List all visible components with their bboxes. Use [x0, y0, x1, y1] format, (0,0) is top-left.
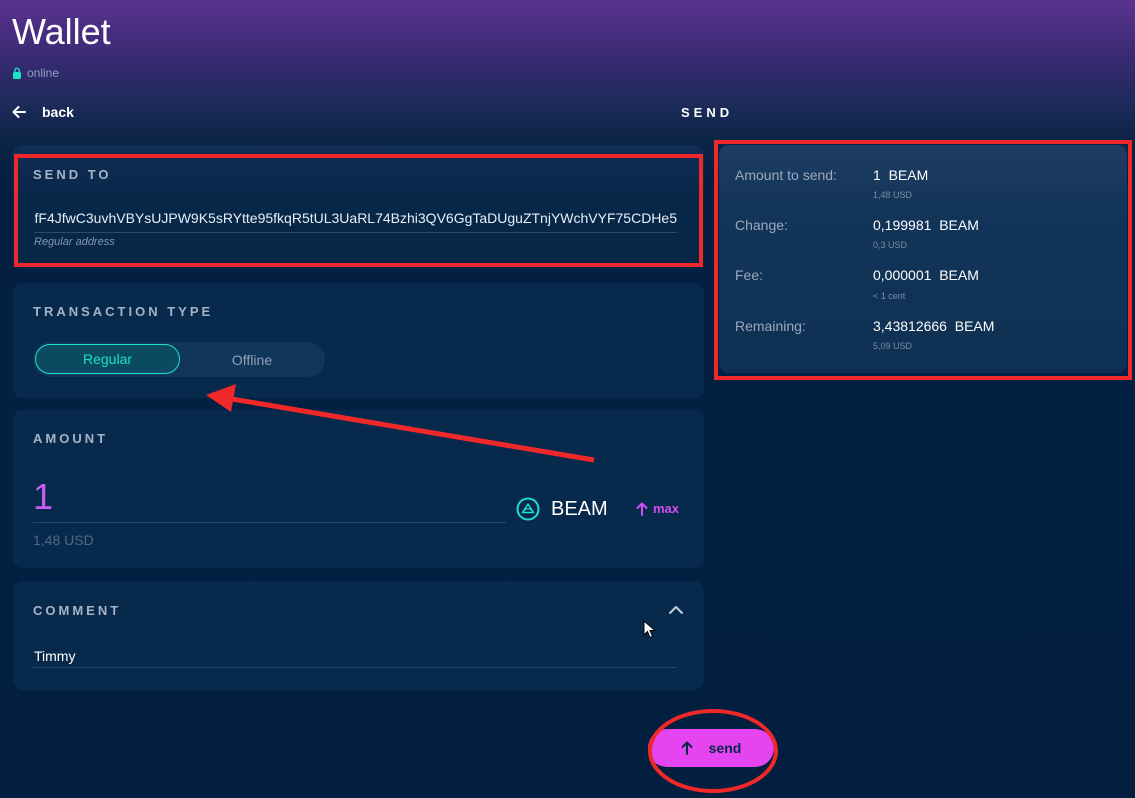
back-label: back [42, 104, 74, 120]
connection-status: online [12, 66, 59, 80]
summary-amount-number: 1 [873, 167, 881, 183]
transaction-type-label: TRANSACTION TYPE [33, 304, 214, 319]
summary-usd-remaining: 5,09 USD [873, 341, 913, 351]
lock-icon [13, 67, 21, 79]
page-title: Wallet [12, 11, 111, 52]
arrow-left-icon [12, 106, 26, 118]
amount-usd: 1,48 USD [33, 532, 94, 548]
summary-value-amount: 1 BEAM [873, 167, 928, 183]
address-value: 3fF4JfwC3uvhVBYsUJPW9K5sRYtte95fkqR5tUL3… [34, 210, 677, 226]
send-heading: SEND [681, 105, 734, 120]
send-to-label: SEND TO [33, 167, 112, 182]
arrow-up-icon [681, 741, 693, 755]
amount-underline [33, 522, 506, 523]
max-button[interactable]: max [636, 501, 679, 516]
comment-label: COMMENT [33, 603, 122, 618]
currency-label: BEAM [551, 498, 608, 520]
comment-input[interactable]: Timmy [34, 648, 75, 664]
comment-card [13, 581, 704, 690]
summary-label-amount: Amount to send: [735, 167, 837, 183]
amount-input[interactable]: 1 [33, 476, 53, 518]
summary-label-change: Change: [735, 217, 788, 233]
summary-fee-number: 0,000001 [873, 267, 932, 283]
send-label: send [708, 740, 742, 756]
transaction-type-card [13, 283, 704, 398]
transaction-type-switch: Regular Offline [33, 342, 325, 377]
summary-value-fee: 0,000001 BEAM [873, 267, 979, 283]
max-label: max [653, 501, 680, 516]
comment-underline [33, 667, 676, 668]
summary-value-remaining: 3,43812666 BEAM [873, 318, 994, 334]
summary-fee-unit: BEAM [939, 267, 979, 283]
mouse-cursor-icon [643, 620, 657, 639]
offline-option[interactable]: Offline [181, 344, 323, 375]
beam-logo-icon [516, 497, 540, 521]
address-type-label: Regular address [34, 236, 115, 248]
address-input[interactable]: 3fF4JfwC3uvhVBYsUJPW9K5sRYtte95fkqR5tUL3… [34, 206, 677, 233]
summary-usd-amount: 1,48 USD [873, 190, 913, 200]
summary-remaining-unit: BEAM [954, 318, 995, 334]
summary-usd-change: 0,3 USD [873, 240, 908, 250]
status-text: online [27, 66, 60, 80]
summary-change-number: 0,199981 [873, 217, 932, 233]
arrow-up-icon [636, 502, 648, 516]
summary-value-change: 0,199981 BEAM [873, 217, 979, 233]
regular-option[interactable]: Regular [35, 344, 180, 374]
chevron-up-icon[interactable] [668, 604, 684, 616]
amount-card [13, 410, 704, 568]
summary-usd-fee: < 1 cent [873, 291, 906, 301]
back-button[interactable]: back [12, 104, 74, 120]
summary-remaining-number: 3,43812666 [873, 318, 947, 334]
amount-label: AMOUNT [33, 431, 109, 446]
summary-label-fee: Fee: [735, 267, 764, 283]
summary-label-remaining: Remaining: [735, 318, 806, 334]
send-button[interactable]: send [648, 729, 774, 767]
summary-amount-unit: BEAM [888, 167, 929, 183]
summary-change-unit: BEAM [939, 217, 979, 233]
